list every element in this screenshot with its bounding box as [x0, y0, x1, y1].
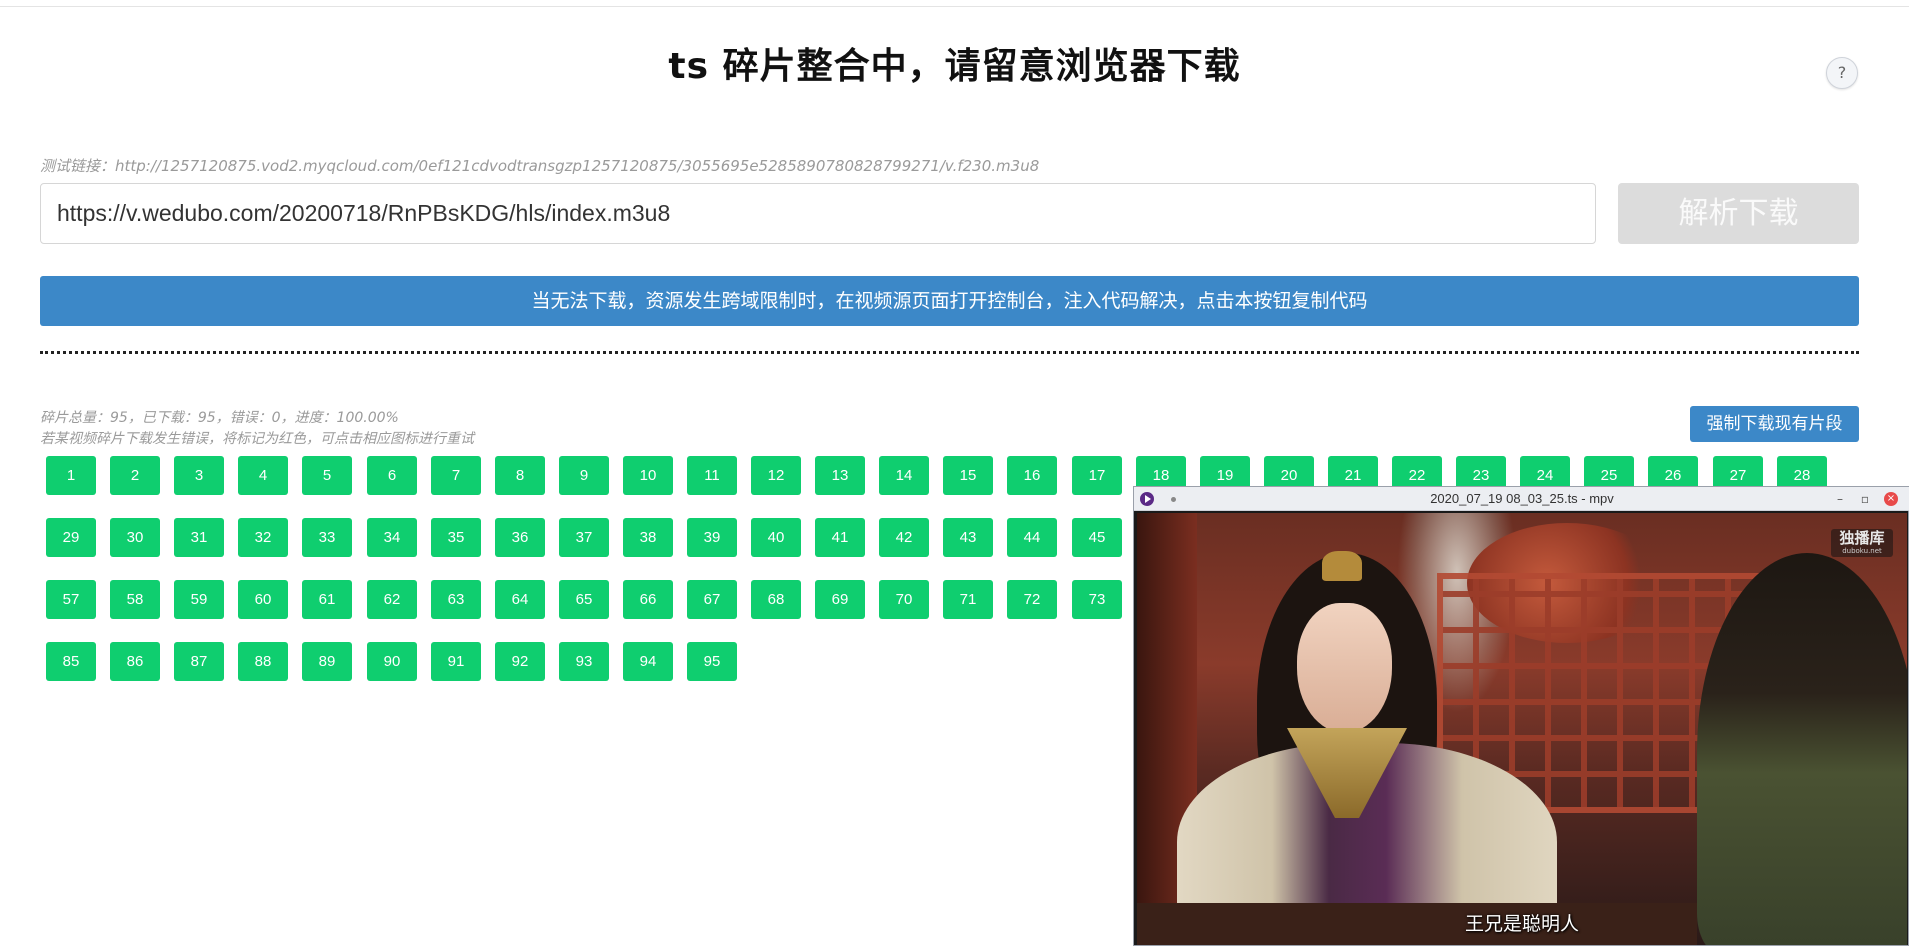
segment-button-58[interactable]: 58 [110, 580, 160, 619]
dotted-divider [40, 351, 1859, 354]
segment-button-3[interactable]: 3 [174, 456, 224, 495]
segment-button-41[interactable]: 41 [815, 518, 865, 557]
segment-button-42[interactable]: 42 [879, 518, 929, 557]
segment-button-71[interactable]: 71 [943, 580, 993, 619]
segment-button-93[interactable]: 93 [559, 642, 609, 681]
segment-button-64[interactable]: 64 [495, 580, 545, 619]
segment-button-39[interactable]: 39 [687, 518, 737, 557]
segment-button-29[interactable]: 29 [46, 518, 96, 557]
copy-cors-code-button[interactable]: 当无法下载，资源发生跨域限制时，在视频源页面打开控制台，注入代码解决，点击本按钮… [40, 276, 1859, 326]
segment-button-17[interactable]: 17 [1072, 456, 1122, 495]
segment-button-92[interactable]: 92 [495, 642, 545, 681]
segment-button-10[interactable]: 10 [623, 456, 673, 495]
segment-button-94[interactable]: 94 [623, 642, 673, 681]
segment-button-88[interactable]: 88 [238, 642, 288, 681]
segment-button-8[interactable]: 8 [495, 456, 545, 495]
video-character-crown [1322, 551, 1362, 581]
segment-button-68[interactable]: 68 [751, 580, 801, 619]
test-link-label: 测试链接：http://1257120875.vod2.myqcloud.com… [40, 157, 1040, 175]
segment-button-38[interactable]: 38 [623, 518, 673, 557]
segment-button-65[interactable]: 65 [559, 580, 609, 619]
video-frame[interactable]: 独播库 duboku.net 王兄是聪明人 [1137, 513, 1907, 945]
segment-button-95[interactable]: 95 [687, 642, 737, 681]
parse-download-button[interactable]: 解析下载 [1618, 183, 1859, 244]
segment-button-2[interactable]: 2 [110, 456, 160, 495]
video-watermark-logo: 独播库 duboku.net [1831, 529, 1893, 557]
segment-button-32[interactable]: 32 [238, 518, 288, 557]
segment-button-85[interactable]: 85 [46, 642, 96, 681]
segment-button-40[interactable]: 40 [751, 518, 801, 557]
segment-button-91[interactable]: 91 [431, 642, 481, 681]
segment-button-69[interactable]: 69 [815, 580, 865, 619]
segment-button-43[interactable]: 43 [943, 518, 993, 557]
segment-button-30[interactable]: 30 [110, 518, 160, 557]
segment-button-63[interactable]: 63 [431, 580, 481, 619]
segment-button-87[interactable]: 87 [174, 642, 224, 681]
segment-button-16[interactable]: 16 [1007, 456, 1057, 495]
page-title: ts 碎片整合中，请留意浏览器下载 [668, 46, 1241, 87]
segment-button-90[interactable]: 90 [367, 642, 417, 681]
segment-button-11[interactable]: 11 [687, 456, 737, 495]
segment-button-34[interactable]: 34 [367, 518, 417, 557]
segment-button-60[interactable]: 60 [238, 580, 288, 619]
m3u8-url-input[interactable] [40, 183, 1596, 244]
video-subtitle: 王兄是聪明人 [1464, 913, 1579, 935]
segment-button-37[interactable]: 37 [559, 518, 609, 557]
segment-button-6[interactable]: 6 [367, 456, 417, 495]
segment-button-5[interactable]: 5 [302, 456, 352, 495]
top-divider [0, 6, 1909, 7]
help-button[interactable]: ? [1826, 57, 1858, 89]
segment-button-1[interactable]: 1 [46, 456, 96, 495]
segment-button-66[interactable]: 66 [623, 580, 673, 619]
segment-button-67[interactable]: 67 [687, 580, 737, 619]
segment-button-33[interactable]: 33 [302, 518, 352, 557]
segment-button-45[interactable]: 45 [1072, 518, 1122, 557]
close-icon[interactable]: × [1884, 492, 1898, 506]
download-stats: 碎片总量：95，已下载：95，错误：0，进度：100.00% [40, 410, 399, 426]
segment-button-35[interactable]: 35 [431, 518, 481, 557]
segment-button-9[interactable]: 9 [559, 456, 609, 495]
minimize-icon[interactable]: – [1831, 489, 1849, 509]
video-watermark-subtext: duboku.net [1842, 547, 1882, 555]
restore-icon[interactable]: ▫ [1856, 489, 1874, 509]
video-second-character [1697, 553, 1907, 945]
segment-button-72[interactable]: 72 [1007, 580, 1057, 619]
mpv-window[interactable]: 2020_07_19 08_03_25.ts - mpv – ▫ × 独播库 d… [1133, 486, 1909, 946]
error-hint: 若某视频碎片下载发生错误，将标记为红色，可点击相应图标进行重试 [40, 431, 474, 447]
video-watermark-text: 独播库 [1839, 529, 1885, 547]
force-download-button[interactable]: 强制下载现有片段 [1690, 406, 1859, 442]
segment-button-89[interactable]: 89 [302, 642, 352, 681]
segment-button-7[interactable]: 7 [431, 456, 481, 495]
segment-button-70[interactable]: 70 [879, 580, 929, 619]
segment-button-13[interactable]: 13 [815, 456, 865, 495]
mpv-titlebar[interactable]: 2020_07_19 08_03_25.ts - mpv – ▫ × [1134, 487, 1909, 511]
segment-button-4[interactable]: 4 [238, 456, 288, 495]
segment-button-59[interactable]: 59 [174, 580, 224, 619]
segment-button-12[interactable]: 12 [751, 456, 801, 495]
segment-button-14[interactable]: 14 [879, 456, 929, 495]
segment-button-44[interactable]: 44 [1007, 518, 1057, 557]
segment-button-61[interactable]: 61 [302, 580, 352, 619]
mpv-window-title: 2020_07_19 08_03_25.ts - mpv [1430, 491, 1614, 506]
segment-button-86[interactable]: 86 [110, 642, 160, 681]
video-character-face [1297, 603, 1392, 733]
segment-button-15[interactable]: 15 [943, 456, 993, 495]
segment-button-62[interactable]: 62 [367, 580, 417, 619]
segment-button-31[interactable]: 31 [174, 518, 224, 557]
segment-button-73[interactable]: 73 [1072, 580, 1122, 619]
segment-button-57[interactable]: 57 [46, 580, 96, 619]
segment-button-36[interactable]: 36 [495, 518, 545, 557]
